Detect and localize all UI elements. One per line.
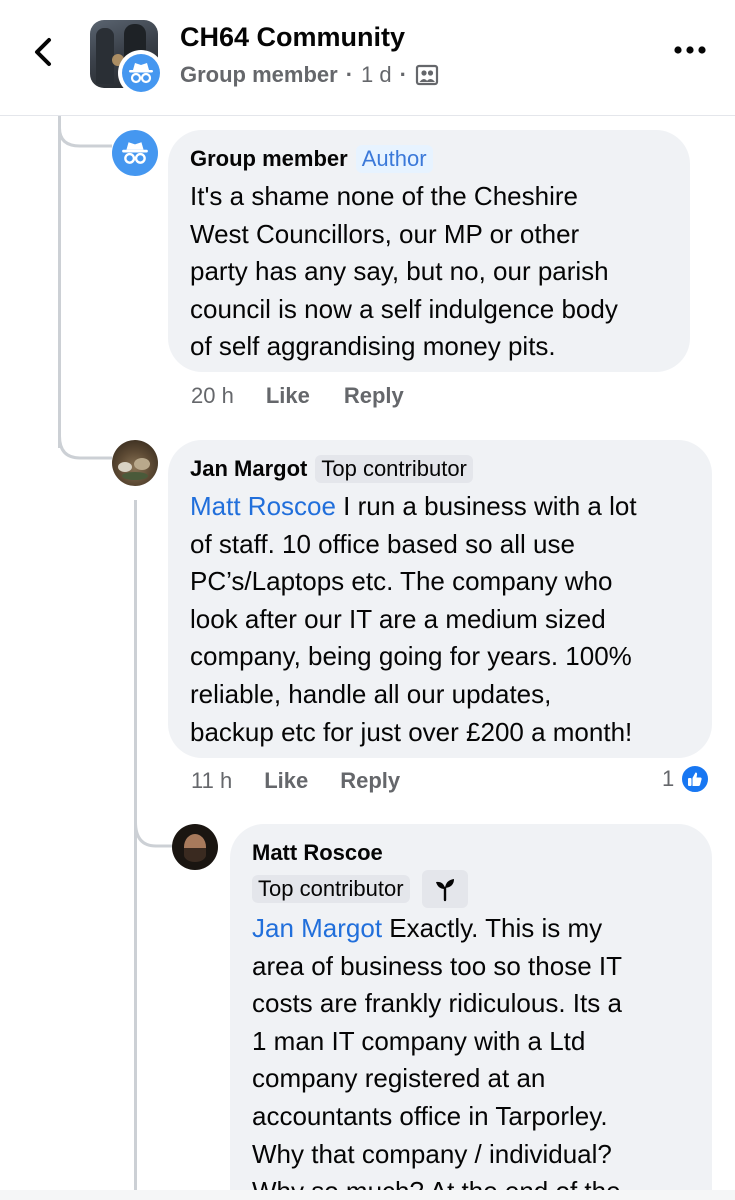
avatar[interactable] xyxy=(172,824,218,870)
comment-bubble: Jan Margot Top contributor Matt Roscoe I… xyxy=(168,440,712,758)
separator: · xyxy=(399,62,407,87)
comment-actions: 20 h Like Reply xyxy=(191,383,404,409)
comment-time: 20 h xyxy=(191,383,234,408)
avatar[interactable] xyxy=(112,130,158,176)
post-meta: Group member · 1 d · xyxy=(180,62,439,88)
comment-author[interactable]: Group member xyxy=(190,146,348,172)
comment-author[interactable]: Jan Margot xyxy=(190,456,307,482)
anonymous-poster-badge xyxy=(118,50,164,96)
mention-link[interactable]: Matt Roscoe xyxy=(190,491,336,521)
comment-bubble: Group member Author It's a shame none of… xyxy=(168,130,690,372)
chevron-left-icon xyxy=(35,38,51,66)
avatar[interactable] xyxy=(112,440,158,486)
like-button[interactable]: Like xyxy=(264,768,308,794)
separator: · xyxy=(345,62,354,87)
top-bar: CH64 Community Group member · 1 d · xyxy=(0,0,735,116)
comment-text: Matt Roscoe I run a business with a lot … xyxy=(190,491,637,747)
new-member-badge xyxy=(421,870,468,908)
thread-connector xyxy=(58,420,112,460)
top-contributor-badge: Top contributor xyxy=(315,455,473,483)
comment-text: Jan Margot Exactly. This is my area of b… xyxy=(252,913,622,1200)
poster-label: Group member xyxy=(180,62,338,87)
reaction-summary[interactable]: 1 xyxy=(662,764,711,794)
comment-text: It's a shame none of the Cheshire West C… xyxy=(190,181,618,362)
thread-line xyxy=(58,116,61,448)
new-member-sprout-icon xyxy=(435,879,454,902)
reply-button[interactable]: Reply xyxy=(344,383,404,409)
anonymous-member-icon xyxy=(129,63,153,84)
more-horizontal-icon xyxy=(674,46,706,54)
reply-button[interactable]: Reply xyxy=(340,768,400,794)
comment-author[interactable]: Matt Roscoe xyxy=(252,840,383,866)
group-name[interactable]: CH64 Community xyxy=(180,22,405,53)
post-age: 1 d xyxy=(361,62,392,87)
mention-link[interactable]: Jan Margot xyxy=(252,913,382,943)
back-button[interactable] xyxy=(22,30,66,74)
bottom-edge xyxy=(0,1190,735,1200)
top-contributor-badge: Top contributor xyxy=(252,875,410,903)
thread-connector xyxy=(58,116,112,148)
comment-bubble: Matt Roscoe Top contributor Jan Margot E… xyxy=(230,824,712,1200)
comment-actions: 11 h Like Reply xyxy=(191,768,400,794)
reaction-count: 1 xyxy=(662,766,675,791)
comment-time: 11 h xyxy=(191,768,233,793)
anonymous-member-icon xyxy=(122,142,148,164)
author-badge: Author xyxy=(355,145,433,173)
group-audience-icon xyxy=(415,64,439,86)
like-reaction-icon xyxy=(680,764,711,794)
like-button[interactable]: Like xyxy=(266,383,310,409)
more-options-button[interactable] xyxy=(672,36,708,64)
